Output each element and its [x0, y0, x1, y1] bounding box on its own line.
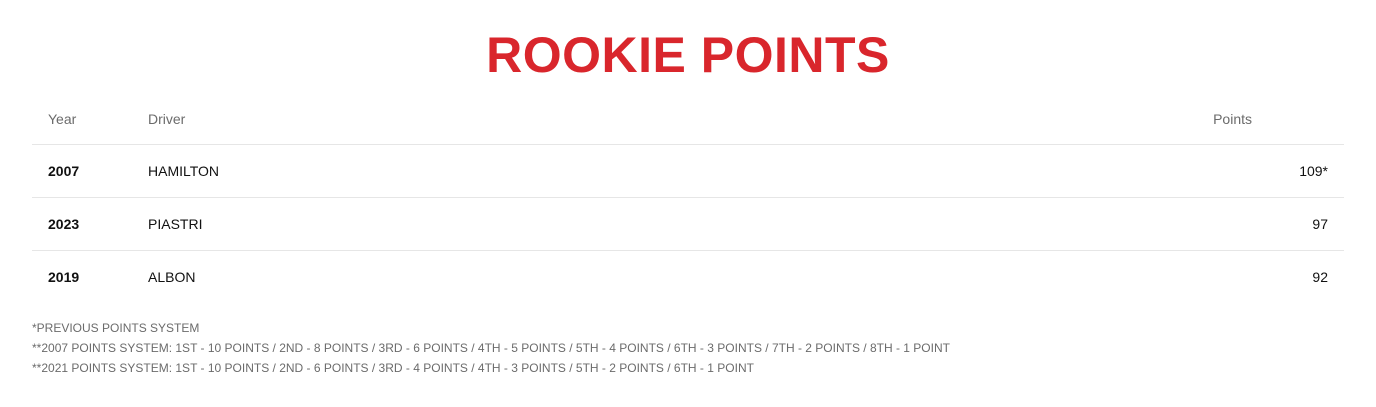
row-points: 97 [1312, 216, 1328, 232]
row-points: 92 [1312, 269, 1328, 285]
table-row: 2023 PIASTRI 97 [32, 198, 1344, 251]
row-year: 2007 [48, 163, 80, 179]
row-year: 2019 [48, 269, 80, 285]
column-header-driver[interactable]: Driver [148, 94, 185, 144]
table-row: 2019 ALBON 92 [32, 251, 1344, 303]
column-header-year[interactable]: Year [48, 94, 76, 144]
row-driver: HAMILTON [148, 163, 220, 179]
footnote-previous-system: *PREVIOUS POINTS SYSTEM [32, 321, 200, 335]
table-header-row: Year Driver Points [32, 94, 1344, 145]
row-driver: ALBON [148, 269, 196, 285]
row-driver: PIASTRI [148, 216, 203, 232]
column-header-points[interactable]: Points [1213, 94, 1252, 144]
footnote-2021-system: **2021 POINTS SYSTEM: 1ST - 10 POINTS / … [32, 361, 754, 375]
page-title: ROOKIE POINTS [486, 27, 890, 83]
row-year: 2023 [48, 216, 80, 232]
footnotes: *PREVIOUS POINTS SYSTEM **2007 POINTS SY… [32, 318, 950, 378]
rookie-points-table: Year Driver Points 2007 HAMILTON 109* 20… [32, 94, 1344, 303]
footnote-2007-system: **2007 POINTS SYSTEM: 1ST - 10 POINTS / … [32, 341, 950, 355]
table-row: 2007 HAMILTON 109* [32, 145, 1344, 198]
row-points: 109* [1299, 163, 1328, 179]
